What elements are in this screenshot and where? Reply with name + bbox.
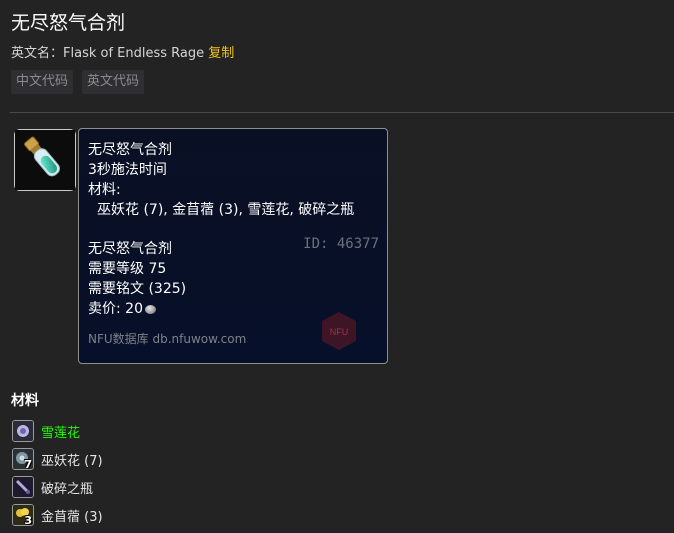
- broken-vial-icon: [12, 476, 34, 498]
- snow-lily-icon: [12, 420, 34, 442]
- english-code-button[interactable]: 英文代码: [82, 70, 145, 94]
- material-label[interactable]: 巫妖花 (7): [41, 450, 103, 469]
- copy-link[interactable]: 复制: [208, 46, 234, 61]
- tooltip-required-level: 需要等级 75: [88, 261, 167, 277]
- tooltip-materials-list: 巫妖花 (7), 金苜蓿 (3), 雪莲花, 破碎之瓶: [97, 202, 355, 218]
- tooltip-site-credit: NFU数据库 db.nfuwow.com: [88, 332, 247, 346]
- page-title: 无尽怒气合剂: [11, 12, 126, 34]
- lichbloom-icon: 7: [12, 448, 34, 470]
- tooltip-materials-label: 材料:: [88, 182, 121, 198]
- material-label[interactable]: 雪莲花: [41, 422, 80, 441]
- item-tooltip: 无尽怒气合剂 3秒施法时间 材料: 巫妖花 (7), 金苜蓿 (3), 雪莲花,…: [78, 128, 388, 364]
- tooltip-item-name: 无尽怒气合剂: [88, 241, 172, 257]
- english-name-label: 英文名：: [11, 46, 64, 61]
- silver-coin-icon: [145, 304, 156, 314]
- materials-heading: 材料: [11, 393, 39, 409]
- english-name-value: Flask of Endless Rage: [63, 46, 205, 61]
- chinese-code-button[interactable]: 中文代码: [11, 70, 74, 94]
- tooltip-item-id: ID: 46377: [303, 236, 379, 252]
- tooltip-cast-time: 3秒施法时间: [88, 162, 167, 178]
- material-label[interactable]: 金苜蓿 (3): [41, 506, 103, 525]
- sell-price-value: 20: [125, 301, 143, 317]
- material-count: 3: [24, 514, 32, 526]
- goldclover-icon: 3: [12, 504, 34, 526]
- sell-price-label: 卖价:: [88, 301, 121, 317]
- nfu-watermark-logo: NFU: [322, 312, 356, 350]
- tooltip-required-skill: 需要铭文 (325): [88, 281, 187, 297]
- material-label[interactable]: 破碎之瓶: [41, 478, 93, 497]
- tooltip-sell-price: 卖价: 20: [88, 298, 156, 318]
- material-count: 7: [24, 458, 32, 470]
- english-name-row: 英文名：Flask of Endless Rage 复制: [11, 42, 234, 61]
- tooltip-name: 无尽怒气合剂: [88, 142, 172, 158]
- divider: [10, 112, 674, 113]
- flask-icon[interactable]: [14, 129, 76, 191]
- svg-text:NFU: NFU: [330, 327, 349, 337]
